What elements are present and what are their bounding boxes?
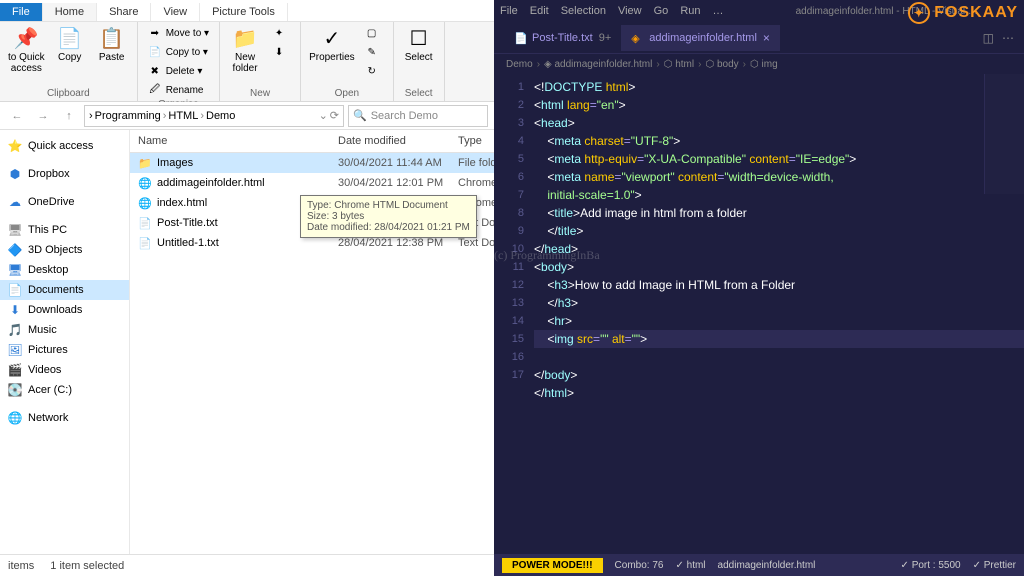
to-quick-access[interactable]: 📌to Quickaccess <box>6 24 47 76</box>
refresh-icon[interactable]: ⟳ <box>330 109 339 122</box>
sidebar-item-videos[interactable]: 🎬Videos <box>0 360 129 380</box>
address-bar: ← → ↑ › Programming › HTML › Demo ⌄ ⟳ 🔍 … <box>0 102 494 130</box>
status-bar: items 1 item selected <box>0 554 494 576</box>
nav-back[interactable]: ← <box>6 105 28 127</box>
explorer-body: ⭐Quick access ⬢Dropbox ☁OneDrive 🖥This PC🔷3… <box>0 130 494 554</box>
sidebar-item-3d-objects[interactable]: 🔷3D Objects <box>0 240 129 260</box>
sidebar-item-documents[interactable]: 📄Documents <box>0 280 129 300</box>
nav-fwd[interactable]: → <box>32 105 54 127</box>
vc-3[interactable]: ⬡ body <box>705 59 738 70</box>
status-file: addimageinfolder.html <box>718 560 816 571</box>
move-to[interactable]: ➡Move to ▾ <box>144 24 213 42</box>
sidebar: ⭐Quick access ⬢Dropbox ☁OneDrive 🖥This PC🔷3… <box>0 130 130 554</box>
combo: Combo: 76 <box>615 560 664 571</box>
history[interactable]: ↻ <box>361 62 387 80</box>
menu-run[interactable]: Run <box>680 5 700 17</box>
crumb-0[interactable]: Programming <box>95 110 161 122</box>
editor-breadcrumb: Demo› ◈ addimageinfolder.html› ⬡ html› ⬡… <box>494 54 1024 74</box>
sidebar-item-quick-access[interactable]: ⭐Quick access <box>0 136 129 156</box>
tab-home[interactable]: Home <box>43 3 97 21</box>
vc-2[interactable]: ⬡ html <box>664 59 694 70</box>
status-selected: 1 item selected <box>50 560 124 572</box>
editor-tabs: 📄Post-Title.txt9+◈addimageinfolder.html×… <box>494 22 1024 54</box>
sidebar-item-dropbox[interactable]: ⬢Dropbox <box>0 164 129 184</box>
tab-view[interactable]: View <box>151 3 200 21</box>
watermark: ✦ FOSKAAY <box>908 2 1018 24</box>
copy-to[interactable]: 📄Copy to ▾ <box>144 43 213 61</box>
search-icon: 🔍 <box>353 109 367 122</box>
more-icon[interactable]: ⋯ <box>1002 31 1014 45</box>
minimap[interactable] <box>984 74 1024 194</box>
menu-file[interactable]: File <box>500 5 518 17</box>
ribbon: 📌to Quickaccess📄Copy📋PasteClipboard➡Move… <box>0 22 494 102</box>
crumb-1[interactable]: HTML <box>168 110 198 122</box>
menu-go[interactable]: Go <box>654 5 669 17</box>
prettier-status[interactable]: ✓ Prettier <box>973 560 1016 571</box>
column-headers: Name Date modified Type <box>130 130 494 153</box>
watermark-logo-icon: ✦ <box>908 2 930 24</box>
folder-icon: › <box>89 110 93 122</box>
edit[interactable]: ✎ <box>361 43 387 61</box>
status-items: items <box>8 560 34 572</box>
file-list: 📁Images30/04/2021 11:44 AMFile folder🌐ad… <box>130 153 494 554</box>
rename[interactable]: 🖉Rename <box>144 81 213 99</box>
open[interactable]: ▢ <box>361 24 387 42</box>
copy[interactable]: 📄Copy <box>51 24 89 65</box>
new-folder[interactable]: 📁Newfolder <box>226 24 264 76</box>
col-name[interactable]: Name <box>130 130 330 152</box>
search-input[interactable]: 🔍 Search Demo <box>348 105 488 127</box>
sidebar-item-downloads[interactable]: ⬇Downloads <box>0 300 129 320</box>
copyright-overlay: (c) ProgrammingInBa <box>494 248 600 263</box>
sidebar-item-desktop[interactable]: 🖥Desktop <box>0 260 129 280</box>
menu-view[interactable]: View <box>618 5 642 17</box>
sidebar-item-network[interactable]: 🌐Network <box>0 408 129 428</box>
code[interactable]: <!DOCTYPE html><html lang="en"><head> <m… <box>534 74 1024 554</box>
breadcrumb[interactable]: › Programming › HTML › Demo ⌄ ⟳ <box>84 105 344 127</box>
sidebar-item-onedrive[interactable]: ☁OneDrive <box>0 192 129 212</box>
vscode: (c) ProgrammingInBa File Edit Selection … <box>494 0 1024 576</box>
live-server-port[interactable]: ✓ Port : 5500 <box>901 560 961 571</box>
paste[interactable]: 📋Paste <box>93 24 131 65</box>
sidebar-item-this-pc[interactable]: 🖥This PC <box>0 220 129 240</box>
file-row[interactable]: 📁Images30/04/2021 11:44 AMFile folder <box>130 153 494 173</box>
editor-tab-addimageinfolder.html[interactable]: ◈addimageinfolder.html× <box>621 25 780 51</box>
select[interactable]: ☐Select <box>400 24 438 65</box>
menu-edit[interactable]: Edit <box>530 5 549 17</box>
power-mode[interactable]: POWER MODE!!! <box>502 558 603 573</box>
vc-1[interactable]: ◈ addimageinfolder.html <box>544 59 652 70</box>
nav-up[interactable]: ↑ <box>58 105 80 127</box>
files-pane: Name Date modified Type 📁Images30/04/202… <box>130 130 494 554</box>
sidebar-item-music[interactable]: 🎵Music <box>0 320 129 340</box>
file-tooltip: Type: Chrome HTML Document Size: 3 bytes… <box>300 195 477 238</box>
file-explorer: File Home Share View Picture Tools 📌to Q… <box>0 0 494 576</box>
properties[interactable]: ✓Properties <box>307 24 357 65</box>
tab-share[interactable]: Share <box>97 3 151 21</box>
split-editor-icon[interactable]: ◫ <box>983 31 994 45</box>
sidebar-item-acer-c-[interactable]: 💽Acer (C:) <box>0 380 129 400</box>
gutter: 1234567891011121314151617 <box>494 74 534 554</box>
tab-picture-tools[interactable]: Picture Tools <box>200 3 288 21</box>
close-icon[interactable]: × <box>763 31 770 45</box>
editor[interactable]: 1234567891011121314151617 <!DOCTYPE html… <box>494 74 1024 554</box>
col-type[interactable]: Type <box>450 130 494 152</box>
menu-more[interactable]: … <box>713 5 724 17</box>
menu-selection[interactable]: Selection <box>561 5 606 17</box>
tab-file[interactable]: File <box>0 3 43 21</box>
vc-0[interactable]: Demo <box>506 59 533 70</box>
git-branch[interactable]: ✓ html <box>675 560 705 571</box>
vc-4[interactable]: ⬡ img <box>750 59 778 70</box>
easy-access[interactable]: ⬇ <box>268 43 294 61</box>
sidebar-item-pictures[interactable]: 🖼Pictures <box>0 340 129 360</box>
vscode-status-bar: POWER MODE!!! Combo: 76 ✓ html addimagei… <box>494 554 1024 576</box>
editor-tab-Post-Title.txt[interactable]: 📄Post-Title.txt9+ <box>504 26 621 50</box>
file-row[interactable]: 🌐addimageinfolder.html30/04/2021 12:01 P… <box>130 173 494 193</box>
col-date[interactable]: Date modified <box>330 130 450 152</box>
new-item[interactable]: ✦ <box>268 24 294 42</box>
delete[interactable]: ✖Delete ▾ <box>144 62 213 80</box>
crumb-dropdown[interactable]: ⌄ <box>319 109 328 122</box>
explorer-tabs: File Home Share View Picture Tools <box>0 0 494 22</box>
crumb-2[interactable]: Demo <box>206 110 235 122</box>
